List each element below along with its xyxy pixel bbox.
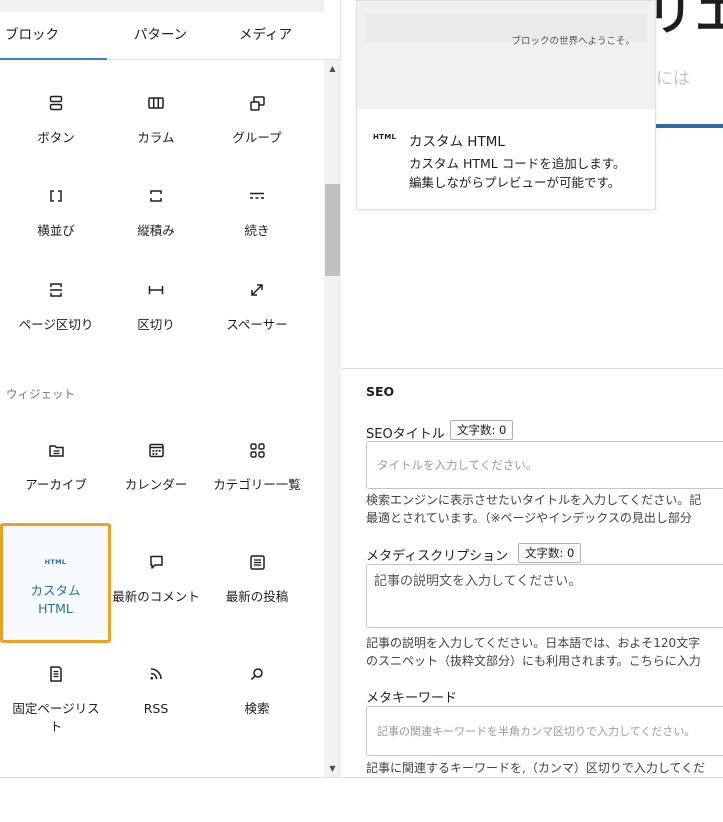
- categories-icon: [203, 440, 311, 460]
- tab-blocks[interactable]: ブロック: [0, 12, 107, 60]
- block-label: カテゴリー一覧: [213, 477, 301, 492]
- block-label: ページ区切り: [18, 317, 94, 332]
- preview-block-description: カスタム HTML コードを追加します。 編集しながらプレビューが可能です。: [409, 154, 649, 192]
- meta-description-label: メタディスクリプション: [366, 549, 509, 564]
- block-label: グループ: [232, 130, 282, 145]
- tab-patterns[interactable]: パターン: [107, 12, 214, 60]
- block-label: 区切り: [137, 317, 175, 332]
- widgets-section-label: ウィジェット: [6, 387, 75, 401]
- tab-media[interactable]: メディア: [212, 12, 319, 60]
- spacer-icon: [203, 280, 311, 300]
- block-item-archive[interactable]: アーカイブ: [2, 440, 110, 494]
- block-item-stack[interactable]: 縦積み: [102, 186, 210, 240]
- bottom-strip: [0, 777, 723, 822]
- block-item-page-list[interactable]: 固定ページリスト: [2, 664, 110, 736]
- block-label: ボタン: [37, 130, 75, 145]
- block-preview-card: ブロックの世界へようこそ。 HTML カスタム HTML カスタム HTML コ…: [356, 0, 656, 210]
- group-icon: [203, 93, 311, 113]
- page-list-icon: [2, 664, 110, 684]
- block-item-row[interactable]: 横並び: [2, 186, 110, 240]
- block-item-columns[interactable]: カラム: [102, 93, 210, 147]
- scroll-up-arrow-icon[interactable]: ▲: [324, 60, 341, 77]
- search-icon: [203, 664, 311, 684]
- block-list: ボタン カラム グループ 横並び 縦積み 続き ページ区切り 区切り スペーサー…: [0, 60, 324, 777]
- calendar-icon: [102, 440, 210, 460]
- seo-meta-box: SEO SEOタイトル 文字数: 0 検索エンジンに表示させたいタイトルを入力し…: [342, 368, 723, 777]
- description-line: 編集しながらプレビューが可能です。: [409, 175, 621, 190]
- inserter-tabs: ブロック パターン メディア: [0, 12, 341, 60]
- block-item-group[interactable]: グループ: [203, 93, 311, 147]
- block-inserter-panel: ブロック パターン メディア ボタン カラム グループ 横並び 縦積み 続き ペ…: [0, 0, 341, 777]
- meta-description-textarea[interactable]: [366, 564, 723, 628]
- seo-title-help-line: 最適とされています。（※ページやインデックスの見出し部分: [366, 511, 692, 525]
- scroll-down-arrow-icon[interactable]: ▼: [324, 760, 341, 777]
- block-label: 続き: [244, 223, 270, 238]
- block-item-search[interactable]: 検索: [203, 664, 311, 718]
- buttons-icon: [2, 93, 110, 113]
- editor-window: ブロック パターン メディア ボタン カラム グループ 横並び 縦積み 続き ペ…: [0, 0, 723, 822]
- post-title-fragment: リエ: [647, 0, 723, 41]
- inserter-scrollbar[interactable]: ▲ ▼: [324, 60, 341, 777]
- archive-icon: [2, 440, 110, 460]
- description-line: カスタム HTML コードを追加します。: [409, 156, 626, 171]
- block-label: アーカイブ: [25, 477, 87, 492]
- block-item-separator[interactable]: 区切り: [102, 280, 210, 334]
- meta-keywords-help-line: 記事に関連するキーワードを,（カンマ）区切りで入力してくだ: [366, 761, 706, 775]
- scrollbar-thumb[interactable]: [325, 184, 340, 276]
- posts-list-icon: [203, 552, 311, 572]
- html-icon: HTML: [3, 552, 108, 572]
- block-item-page-break[interactable]: ページ区切り: [2, 280, 110, 334]
- seo-title-input[interactable]: [366, 441, 723, 489]
- block-item-calendar[interactable]: カレンダー: [102, 440, 210, 494]
- block-item-buttons[interactable]: ボタン: [2, 93, 110, 147]
- block-label: 検索: [244, 701, 270, 716]
- block-label: 縦積み: [137, 223, 175, 238]
- meta-description-help-line: のスニペット（抜粋文部分）にも利用されます。こちらに入力: [366, 654, 701, 668]
- seo-title-count-badge: 文字数: 0: [450, 420, 514, 440]
- block-item-custom-html[interactable]: HTML カスタム HTML: [0, 523, 111, 643]
- block-item-rss[interactable]: RSS: [102, 664, 210, 718]
- editor-canvas: リエ するには ブロックの世界へようこそ。 HTML カスタム HTML カスタ…: [342, 0, 723, 777]
- row-icon: [2, 186, 110, 206]
- separator-icon: [102, 280, 210, 300]
- block-item-categories[interactable]: カテゴリー一覧: [203, 440, 311, 494]
- block-item-spacer[interactable]: スペーサー: [203, 280, 311, 334]
- html-icon: HTML: [373, 133, 397, 141]
- block-item-more[interactable]: 続き: [203, 186, 311, 240]
- seo-title-help-line: 検索エンジンに表示させたいタイトルを入力してください。記: [366, 493, 702, 507]
- block-preview-area: ブロックの世界へようこそ。: [357, 1, 655, 109]
- html-icon-text: HTML: [44, 558, 67, 566]
- block-label: カラム: [137, 130, 175, 145]
- page-break-icon: [2, 280, 110, 300]
- block-item-latest-posts[interactable]: 最新の投稿: [203, 552, 311, 606]
- block-label: 最新のコメント: [112, 589, 200, 604]
- preview-text: ブロックの世界へようこそ。: [511, 36, 635, 47]
- block-label: 横並び: [37, 223, 75, 238]
- rss-icon: [102, 664, 210, 684]
- block-label: カレンダー: [124, 477, 188, 492]
- inserter-search-strip[interactable]: [0, 0, 324, 12]
- more-icon: [203, 186, 311, 206]
- block-item-latest-comments[interactable]: 最新のコメント: [102, 552, 210, 606]
- meta-description-help-line: 記事の説明を入力してください。日本語では、およそ120文字: [366, 636, 701, 650]
- block-label: 固定ページリスト: [12, 701, 100, 734]
- meta-keywords-label: メタキーワード: [366, 691, 458, 706]
- block-label: スペーサー: [226, 317, 288, 332]
- accent-underline: [655, 124, 723, 128]
- seo-title-label: SEOタイトル: [366, 427, 445, 442]
- block-label: 最新の投稿: [225, 589, 289, 604]
- meta-description-count-badge: 文字数: 0: [518, 543, 582, 563]
- block-label: カスタム HTML: [30, 583, 81, 616]
- block-label: RSS: [143, 701, 169, 716]
- preview-content-box: ブロックの世界へようこそ。: [365, 15, 647, 47]
- comment-icon: [102, 552, 210, 572]
- seo-heading: SEO: [366, 384, 395, 399]
- meta-keywords-input[interactable]: [366, 706, 723, 756]
- preview-block-title: カスタム HTML: [409, 134, 505, 150]
- stack-icon: [102, 186, 210, 206]
- columns-icon: [102, 93, 210, 113]
